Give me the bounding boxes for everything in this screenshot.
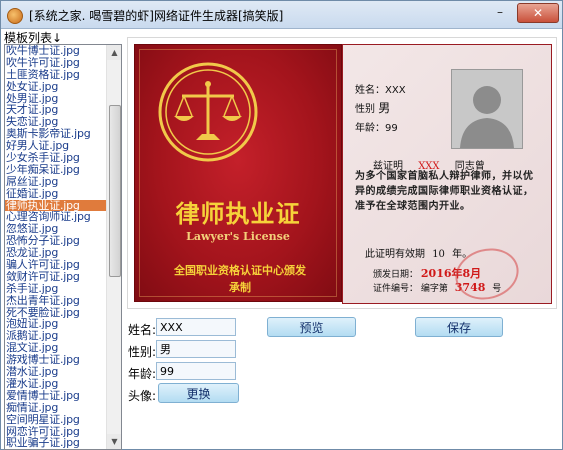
form-name-label: 姓名: — [128, 323, 157, 337]
template-list-item[interactable]: 杰出青年证.jpg — [5, 295, 121, 307]
template-list-item[interactable]: 痴情证.jpg — [5, 402, 121, 414]
scroll-down-arrow-icon[interactable]: ▼ — [107, 434, 121, 449]
certificate-preview: 律师执业证 Lawyer's License 全国职业资格认证中心颁发 承制 姓… — [127, 37, 557, 309]
template-list-item[interactable]: 泡妞证.jpg — [5, 318, 121, 330]
template-list-item[interactable]: 处男证.jpg — [5, 93, 121, 105]
template-list-item[interactable]: 职业骗子证.jpg — [5, 437, 121, 449]
template-list-item[interactable]: 心理咨询师证.jpg — [5, 211, 121, 223]
cert-gender-value: 男 — [378, 101, 391, 115]
template-list[interactable]: 吹牛博士证.jpg 吹牛许可证.jpg 土匪资格证.jpg 处女证.jpg 处男证.jp… — [4, 44, 122, 450]
number-label: 证件编号： — [373, 284, 419, 294]
template-list-item[interactable]: 奥斯卡影帝证.jpg — [5, 128, 121, 140]
person-silhouette-icon — [452, 70, 522, 148]
template-list-items: 吹牛博士证.jpg 吹牛许可证.jpg 土匪资格证.jpg 处女证.jpg 处男证.jp… — [5, 45, 121, 449]
template-list-item[interactable]: 少年痴呆证.jpg — [5, 164, 121, 176]
title-bar[interactable]: [系统之家. 喝雪碧的虾]网络证件生成器[搞笑版] – ✕ — [1, 1, 562, 29]
template-list-item[interactable]: 恐怖分子证.jpg — [5, 235, 121, 247]
template-list-item[interactable]: 处女证.jpg — [5, 81, 121, 93]
template-list-item[interactable]: 灌水证.jpg — [5, 378, 121, 390]
cert-name-value: XXX — [385, 85, 406, 96]
number-prefix: 编字第 — [420, 284, 448, 294]
form-avatar-label: 头像: — [128, 389, 157, 403]
name-input[interactable]: XXX — [156, 318, 236, 336]
issue-label: 颁发日期： — [373, 270, 419, 280]
template-list-item[interactable]: 吹牛许可证.jpg — [5, 57, 121, 69]
app-window: [系统之家. 喝雪碧的虾]网络证件生成器[搞笑版] – ✕ 模板列表↓ 吹牛博士… — [0, 0, 563, 450]
template-list-item[interactable]: 杀手证.jpg — [5, 283, 121, 295]
cert-name-row: 姓名：XXX — [355, 81, 406, 96]
cert-age-value: 99 — [385, 123, 398, 134]
form-gender-label: 性别: — [128, 345, 157, 359]
issuer-line-2: 承制 — [229, 281, 251, 294]
template-list-item[interactable]: 屌丝证.jpg — [5, 176, 121, 188]
template-list-item[interactable]: 敛财许可证.jpg — [5, 271, 121, 283]
template-list-item[interactable]: 征婚证.jpg — [5, 188, 121, 200]
template-list-item[interactable]: 潜水证.jpg — [5, 366, 121, 378]
validity-prefix: 此证明有效期 — [365, 249, 425, 260]
age-input[interactable]: 99 — [156, 362, 236, 380]
preview-button[interactable]: 预览 — [267, 317, 356, 337]
cert-gender-row: 性别 男 — [355, 99, 390, 116]
template-list-item[interactable]: 天才证.jpg — [5, 104, 121, 116]
template-list-item[interactable]: 死不要脸证.jpg — [5, 307, 121, 319]
template-list-item[interactable]: 派鹅证.jpg — [5, 330, 121, 342]
template-list-item[interactable]: 恐龙证.jpg — [5, 247, 121, 259]
template-list-item[interactable]: 律师执业证.jpg — [5, 199, 121, 212]
certificate-subtitle: Lawyer's License — [186, 230, 290, 243]
template-list-item[interactable]: 游戏博士证.jpg — [5, 354, 121, 366]
save-button[interactable]: 保存 — [415, 317, 503, 337]
cert-validity-line: 此证明有效期 10 年。 — [365, 245, 472, 260]
template-list-item[interactable]: 失恋证.jpg — [5, 116, 121, 128]
app-icon — [7, 8, 23, 24]
list-scrollbar[interactable]: ▲ ▼ — [106, 45, 121, 449]
certificate-info-page: 姓名：XXX 性别 男 年龄：99 兹证明 XXX 同志曾 为多个国家首脑私人辩… — [342, 44, 552, 307]
close-button[interactable]: ✕ — [517, 3, 559, 23]
change-avatar-button[interactable]: 更换 — [158, 383, 239, 403]
cert-gender-label: 性别 — [355, 104, 375, 115]
certificate-body-text: 为多个国家首脑私人辩护律师，并以优异的成绩完成国际律师职业资格认证，准予在全球范… — [355, 171, 534, 212]
template-list-item[interactable]: 忽悠证.jpg — [5, 223, 121, 235]
minimize-button[interactable]: – — [489, 3, 511, 21]
window-title: [系统之家. 喝雪碧的虾]网络证件生成器[搞笑版] — [29, 9, 284, 23]
certificate-issuer: 全国职业资格认证中心颁发 承制 — [140, 262, 340, 296]
template-list-item[interactable]: 吹牛博士证.jpg — [5, 45, 121, 57]
gender-input[interactable]: 男 — [156, 340, 236, 358]
cert-name-label: 姓名： — [355, 85, 385, 96]
template-list-item[interactable]: 土匪资格证.jpg — [5, 69, 121, 81]
issuer-line-1: 全国职业资格认证中心颁发 — [174, 264, 306, 277]
template-list-item[interactable]: 好男人证.jpg — [5, 140, 121, 152]
template-list-item[interactable]: 混文证.jpg — [5, 342, 121, 354]
cert-age-label: 年龄： — [355, 123, 385, 134]
scales-of-justice-emblem-icon — [158, 62, 258, 162]
validity-years: 10 — [432, 249, 445, 260]
scroll-thumb[interactable] — [109, 105, 121, 277]
certificate-title: 律师执业证 — [175, 199, 301, 228]
template-list-item[interactable]: 网恋许可证.jpg — [5, 426, 121, 438]
cert-age-row: 年龄：99 — [355, 119, 398, 134]
scroll-up-arrow-icon[interactable]: ▲ — [107, 45, 121, 60]
template-list-item[interactable]: 骗人许可证.jpg — [5, 259, 121, 271]
template-list-item[interactable]: 少女杀手证.jpg — [5, 152, 121, 164]
template-list-item[interactable]: 爱情博士证.jpg — [5, 390, 121, 402]
avatar-photo — [451, 69, 523, 149]
template-list-item[interactable]: 空间明星证.jpg — [5, 414, 121, 426]
certificate-cover: 律师执业证 Lawyer's License 全国职业资格认证中心颁发 承制 — [134, 44, 342, 302]
form-age-label: 年龄: — [128, 367, 157, 381]
